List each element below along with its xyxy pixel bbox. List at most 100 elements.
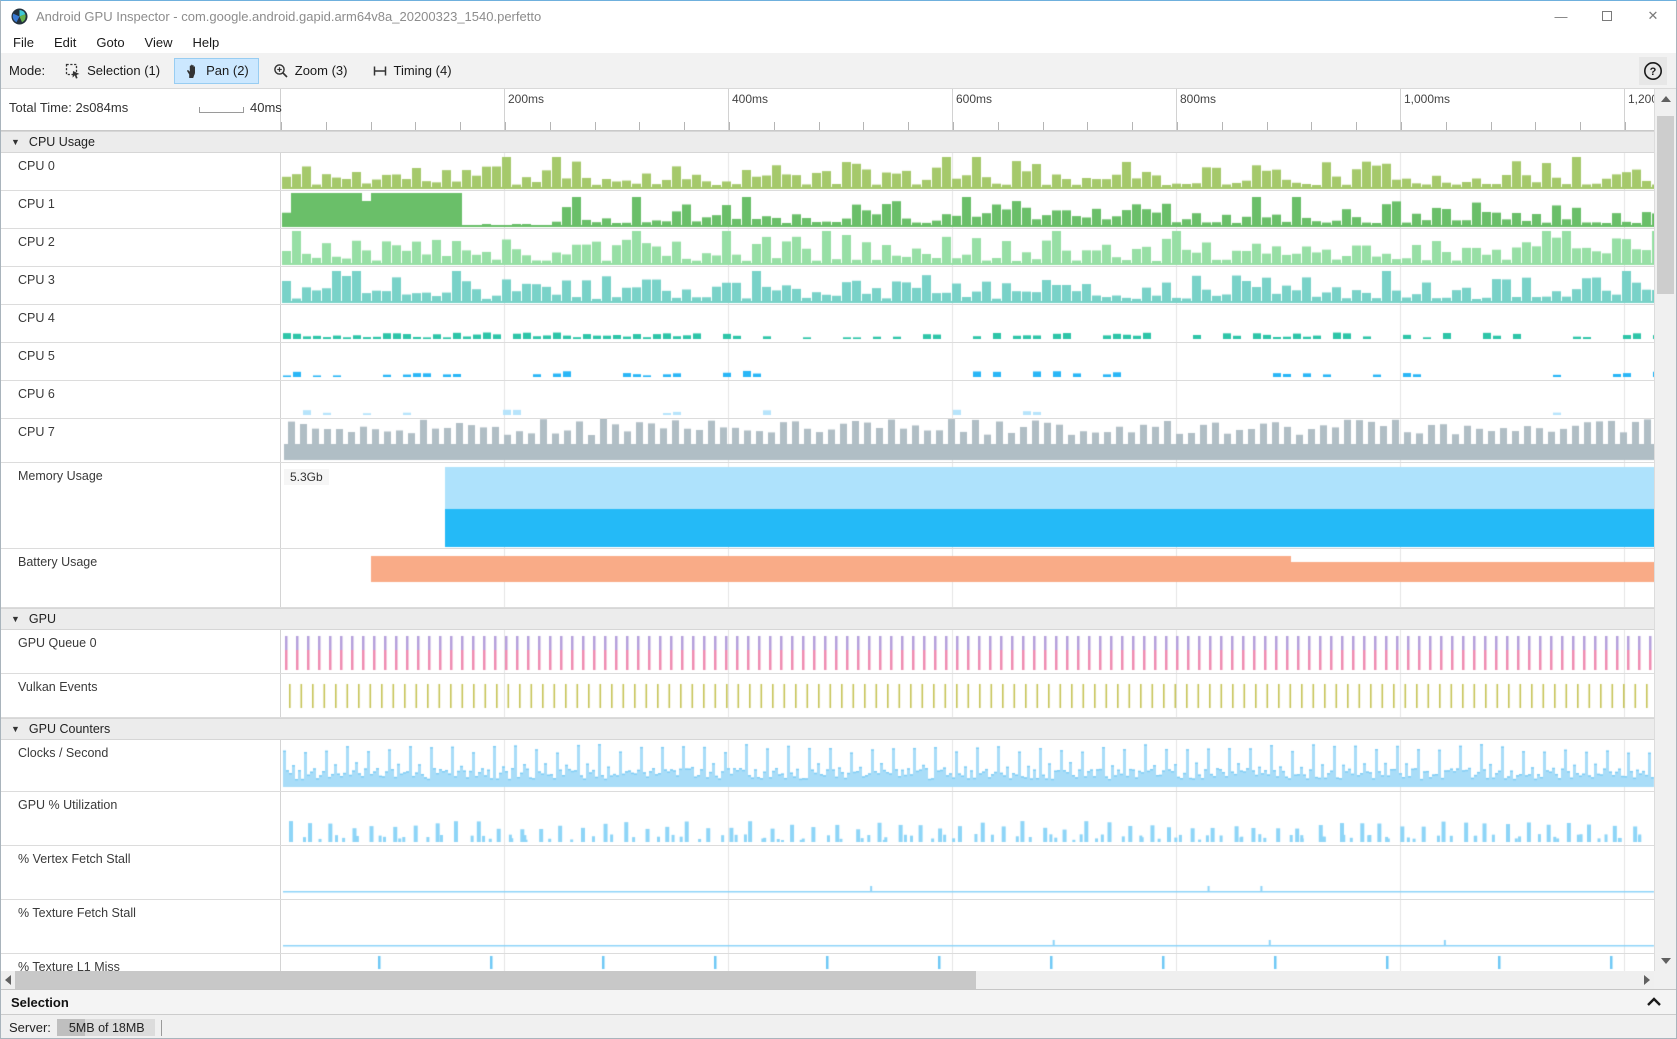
track-chart-cpu-5[interactable] bbox=[281, 343, 1654, 380]
track-label-cpu-4: CPU 4 bbox=[1, 305, 281, 342]
ruler-minor-tick bbox=[953, 122, 954, 130]
track-chart-cpu-1[interactable] bbox=[281, 191, 1654, 228]
menu-help[interactable]: Help bbox=[183, 33, 230, 52]
track-row-texture-fetch-stall: % Texture Fetch Stall bbox=[1, 900, 1654, 954]
ruler-minor-tick bbox=[1087, 122, 1088, 130]
ruler-time-label: 1,000ms bbox=[1404, 92, 1450, 106]
group-label: CPU Usage bbox=[29, 135, 95, 149]
vertical-scrollbar-thumb[interactable] bbox=[1657, 116, 1674, 294]
track-chart-battery-usage[interactable] bbox=[281, 549, 1654, 607]
scroll-left-icon[interactable] bbox=[5, 975, 11, 985]
help-button[interactable]: ? bbox=[1639, 57, 1667, 85]
ruler-time-label: 600ms bbox=[956, 92, 992, 106]
track-row-gpu-utilization: GPU % Utilization bbox=[1, 792, 1654, 846]
status-bar: Server: 5MB of 18MB bbox=[1, 1015, 1676, 1039]
selection-panel-header[interactable]: Selection bbox=[1, 989, 1676, 1015]
mode-button-label: Zoom (3) bbox=[295, 63, 348, 78]
track-chart-cpu-2[interactable] bbox=[281, 229, 1654, 266]
server-label: Server: bbox=[9, 1020, 51, 1035]
ruler-timeline[interactable]: 200ms400ms600ms800ms1,000ms1,200ms bbox=[281, 89, 1654, 130]
collapse-chevron-icon[interactable]: ▼ bbox=[11, 724, 20, 734]
mode-button-timing-4[interactable]: Timing (4) bbox=[362, 58, 462, 84]
mode-button-label: Selection (1) bbox=[87, 63, 160, 78]
collapse-chevron-icon[interactable]: ▼ bbox=[11, 614, 20, 624]
ruler-time-label: 200ms bbox=[508, 92, 544, 106]
statusbar-separator bbox=[161, 1020, 162, 1036]
track-area: ▼CPU UsageCPU 0CPU 1CPU 2CPU 3CPU 4CPU 5… bbox=[1, 131, 1654, 971]
track-label-gpu-utilization: GPU % Utilization bbox=[1, 792, 281, 845]
track-chart-cpu-4[interactable] bbox=[281, 305, 1654, 342]
track-chart-cpu-3[interactable] bbox=[281, 267, 1654, 304]
ruler-minor-tick bbox=[684, 122, 685, 130]
track-label-vulkan-events: Vulkan Events bbox=[1, 674, 281, 717]
track-label-cpu-1: CPU 1 bbox=[1, 191, 281, 228]
track-row-gpu-queue-0: GPU Queue 0 bbox=[1, 630, 1654, 674]
selection-icon bbox=[65, 63, 81, 79]
ruler-minor-tick bbox=[326, 122, 327, 130]
selection-panel-title: Selection bbox=[11, 995, 69, 1010]
ruler-minor-tick bbox=[281, 122, 282, 130]
track-chart-vertex-fetch-stall[interactable] bbox=[281, 846, 1654, 899]
track-row-cpu-1: CPU 1 bbox=[1, 191, 1654, 229]
track-row-vulkan-events: Vulkan Events bbox=[1, 674, 1654, 718]
scroll-down-icon[interactable] bbox=[1661, 958, 1671, 964]
track-chart-vulkan-events[interactable] bbox=[281, 674, 1654, 717]
track-chart-texture-fetch-stall[interactable] bbox=[281, 900, 1654, 953]
ruler-header: Total Time: 2s084ms 40ms bbox=[1, 89, 281, 130]
ruler-time-label: 800ms bbox=[1180, 92, 1216, 106]
mode-button-selection-1[interactable]: Selection (1) bbox=[55, 58, 170, 84]
scroll-up-icon[interactable] bbox=[1661, 96, 1671, 102]
ruler-minor-tick bbox=[729, 122, 730, 130]
track-chart-clocks-second[interactable] bbox=[281, 740, 1654, 791]
collapse-chevron-icon[interactable]: ▼ bbox=[11, 137, 20, 147]
svg-text:?: ? bbox=[1650, 66, 1657, 78]
track-row-clocks-second: Clocks / Second bbox=[1, 740, 1654, 792]
memory-value-label: 5.3Gb bbox=[284, 469, 329, 485]
chevron-up-icon[interactable] bbox=[1646, 995, 1662, 1009]
minimize-button[interactable]: — bbox=[1538, 1, 1584, 31]
mode-button-zoom-3[interactable]: Zoom (3) bbox=[263, 58, 358, 84]
ruler-minor-tick bbox=[639, 122, 640, 130]
vertical-scrollbar[interactable] bbox=[1654, 89, 1676, 971]
menu-goto[interactable]: Goto bbox=[86, 33, 134, 52]
track-chart-cpu-6[interactable] bbox=[281, 381, 1654, 418]
group-header-gpu-counters[interactable]: ▼ GPU Counters bbox=[1, 718, 1654, 740]
menu-file[interactable]: File bbox=[3, 33, 44, 52]
ruler-minor-tick bbox=[505, 122, 506, 130]
track-chart-gpu-utilization[interactable] bbox=[281, 792, 1654, 845]
close-button[interactable]: ✕ bbox=[1630, 1, 1676, 31]
track-chart-memory-usage[interactable] bbox=[281, 463, 1654, 548]
group-header-gpu[interactable]: ▼GPU bbox=[1, 608, 1654, 630]
ruler-minor-tick bbox=[908, 122, 909, 130]
menu-edit[interactable]: Edit bbox=[44, 33, 86, 52]
track-row-cpu-0: CPU 0 bbox=[1, 153, 1654, 191]
timing-icon bbox=[372, 63, 388, 79]
track-label-cpu-6: CPU 6 bbox=[1, 381, 281, 418]
ruler-minor-tick bbox=[863, 122, 864, 130]
menu-bar: FileEditGotoViewHelp bbox=[1, 31, 1676, 53]
maximize-button[interactable] bbox=[1584, 1, 1630, 31]
horizontal-scrollbar[interactable] bbox=[1, 971, 1654, 989]
mode-toolbar: Mode: Selection (1)Pan (2)Zoom (3)Timing… bbox=[1, 53, 1676, 89]
track-chart-cpu-0[interactable] bbox=[281, 153, 1654, 190]
track-row-cpu-4: CPU 4 bbox=[1, 305, 1654, 343]
scroll-right-icon[interactable] bbox=[1644, 975, 1650, 985]
ruler-minor-tick bbox=[1132, 122, 1133, 130]
group-header-cpu-usage[interactable]: ▼ CPU Usage bbox=[1, 131, 1654, 153]
mode-button-pan-2[interactable]: Pan (2) bbox=[174, 58, 259, 84]
ruler-minor-tick bbox=[774, 122, 775, 130]
mode-button-label: Pan (2) bbox=[206, 63, 249, 78]
track-chart-gpu-queue-0[interactable] bbox=[281, 630, 1654, 673]
ruler-minor-tick bbox=[1625, 122, 1626, 130]
app-logo-icon bbox=[11, 8, 28, 25]
horizontal-scrollbar-thumb[interactable] bbox=[15, 971, 976, 989]
track-label-battery-usage: Battery Usage bbox=[1, 549, 281, 607]
ruler-minor-tick bbox=[1267, 122, 1268, 130]
server-memory-badge: 5MB of 18MB bbox=[57, 1019, 155, 1036]
group-label: GPU Counters bbox=[29, 722, 110, 736]
menu-view[interactable]: View bbox=[135, 33, 183, 52]
track-chart-texture-l1-miss[interactable] bbox=[281, 954, 1654, 971]
track-chart-cpu-7[interactable] bbox=[281, 419, 1654, 462]
track-label-cpu-3: CPU 3 bbox=[1, 267, 281, 304]
window-title: Android GPU Inspector - com.google.andro… bbox=[36, 9, 541, 24]
